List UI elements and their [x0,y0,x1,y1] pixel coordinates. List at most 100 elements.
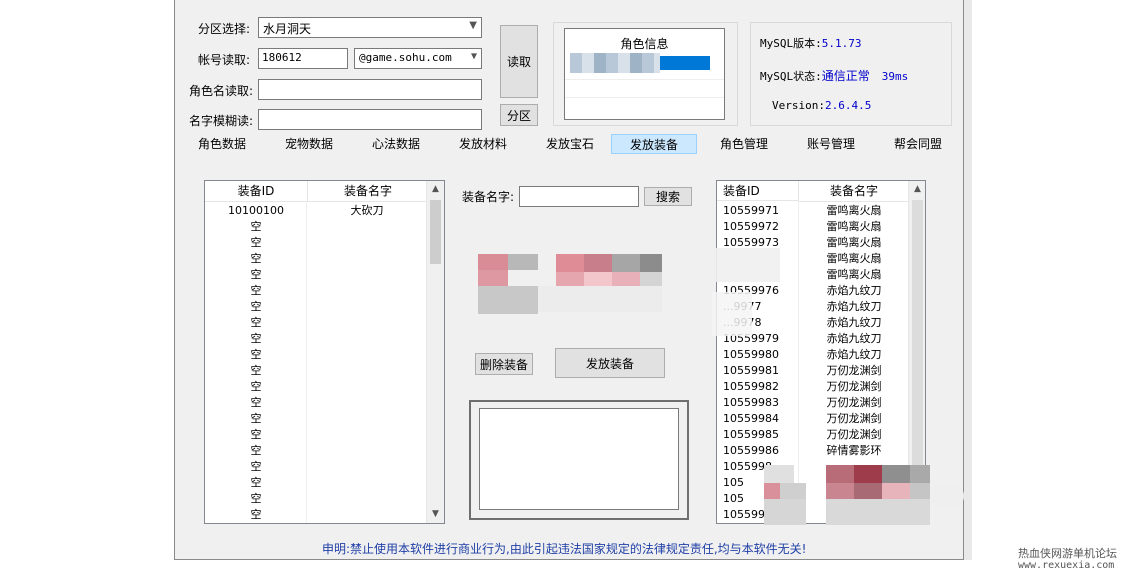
chevron-down-icon: ▼ [469,20,477,31]
tab-send-gem[interactable]: 发放宝石 [538,134,602,154]
list-item[interactable]: 空 [205,475,427,491]
equip-id-cell: 空 [250,476,262,489]
equip-id-cell: 10559972 [723,220,779,233]
tab-pet-data[interactable]: 宠物数据 [277,134,341,154]
equip-name-cell: 雷鸣离火扇 [826,204,882,217]
list-item[interactable]: 空 [205,379,427,395]
equip-id-cell: 空 [250,444,262,457]
zone-select[interactable]: 水月洞天 ▼ [258,17,482,38]
list-item[interactable]: 空 [205,507,427,523]
col-catalog-id[interactable]: 装备ID [717,181,799,201]
tab-role-data[interactable]: 角色数据 [190,134,254,154]
equip-name-cell [307,443,427,459]
list-item[interactable]: 空 [205,251,427,267]
list-item[interactable]: 空 [205,427,427,443]
account-input[interactable]: 180612 [258,48,348,69]
list-item[interactable]: 空 [205,363,427,379]
read-button[interactable]: 读取 [500,25,538,98]
col-catalog-name[interactable]: 装备名字 [799,181,910,202]
equip-name-cell [307,427,427,443]
list-item[interactable]: 10559983 万仞龙渊剑 [717,395,909,411]
equip-id-cell: 10559985 [723,428,779,441]
list-item[interactable]: 10559980 赤焰九纹刀 [717,347,909,363]
equip-id-cell: 空 [250,220,262,233]
list-item[interactable]: 10559984 万仞龙渊剑 [717,411,909,427]
owned-equip-list-header: 装备ID 装备名字 [205,181,429,202]
equip-name-cell [307,235,427,251]
list-item[interactable]: 空 [205,315,427,331]
mysql-latency: 39ms [881,70,909,83]
equip-id-cell: 空 [250,332,262,345]
list-item[interactable]: 空 [205,283,427,299]
tab-send-material[interactable]: 发放材料 [451,134,515,154]
scroll-down-icon[interactable]: ▼ [427,506,444,523]
search-label: 装备名字: [462,190,515,204]
list-item[interactable]: 空 [205,347,427,363]
equip-id-cell: 10559986 [723,444,779,457]
equip-id-cell: 空 [250,316,262,329]
scroll-thumb[interactable] [430,200,441,264]
tab-role-manage[interactable]: 角色管理 [712,134,776,154]
version-value: 2.6.4.5 [824,99,872,112]
tab-send-equip[interactable]: 发放装备 [611,134,697,154]
zone-button[interactable]: 分区 [500,104,538,126]
equip-name-cell: 雷鸣离火扇 [826,268,882,281]
tab-guild-alliance[interactable]: 帮会同盟 [886,134,950,154]
search-button[interactable]: 搜索 [644,187,692,206]
disclaimer-text: 申明:禁止使用本软件进行商业行为,由此引起违法国家规定的法律规定责任,均与本软件… [322,542,807,556]
domain-select[interactable]: @game.sohu.com ▼ [354,48,482,69]
equip-name-cell: 万仞龙渊剑 [826,380,882,393]
list-item[interactable]: 空 [205,267,427,283]
list-item[interactable]: 空 [205,491,427,507]
list-item[interactable]: 空 [205,331,427,347]
pixelated-preview [478,236,774,318]
list-item[interactable]: 10559985 万仞龙渊剑 [717,427,909,443]
search-input[interactable] [519,186,639,207]
list-item[interactable]: 10559982 万仞龙渊剑 [717,379,909,395]
list-item[interactable]: 空 [205,219,427,235]
tab-skill-data[interactable]: 心法数据 [364,134,428,154]
left-scrollbar[interactable]: ▲ ▼ [426,181,444,523]
equip-name-cell: 赤焰九纹刀 [826,284,882,297]
pixelated-area [704,248,780,282]
list-item[interactable]: 空 [205,299,427,315]
mysql-status-label: MySQL状态: [760,70,822,83]
equip-name-cell: 雷鸣离火扇 [826,252,882,265]
equip-name-cell: 雷鸣离火扇 [826,236,882,249]
col-equip-id[interactable]: 装备ID [205,181,308,202]
delete-equip-button[interactable]: 删除装备 [475,353,533,375]
equip-catalog-header: 装备ID 装备名字 [717,181,910,202]
list-item[interactable]: 空 [205,235,427,251]
list-item[interactable]: 10100100 大砍刀 [205,203,427,219]
domain-select-value: @game.sohu.com [359,51,452,64]
send-equip-button[interactable]: 发放装备 [555,348,665,378]
owned-equip-list[interactable]: 装备ID 装备名字 10100100 大砍刀空空空空空空空空空空空空空空空空空空空… [204,180,445,524]
list-item[interactable]: 空 [205,443,427,459]
equip-id-cell: 空 [250,380,262,393]
col-equip-name[interactable]: 装备名字 [308,181,429,202]
log-textarea[interactable] [479,408,679,510]
equip-name-cell: 赤焰九纹刀 [826,316,882,329]
list-item[interactable]: 10559972 雷鸣离火扇 [717,219,909,235]
equip-id-cell: 空 [250,428,262,441]
scroll-up-icon[interactable]: ▲ [427,181,444,198]
scroll-thumb[interactable] [912,200,923,470]
right-edge [964,0,972,560]
list-item[interactable]: 空 [205,395,427,411]
list-item[interactable]: 10559981 万仞龙渊剑 [717,363,909,379]
list-item[interactable]: 空 [205,459,427,475]
list-item[interactable]: 10559986 碎情雾影环 [717,443,909,459]
list-item[interactable]: 10559971 雷鸣离火扇 [717,203,909,219]
equip-name-cell: 雷鸣离火扇 [826,220,882,233]
mysql-status-row: MySQL状态:通信正常 39ms [760,67,908,84]
pixelated-area [712,292,752,336]
list-item[interactable]: 空 [205,411,427,427]
divider [565,97,724,98]
tab-account-manage[interactable]: 账号管理 [799,134,863,154]
equip-name-cell: 赤焰九纹刀 [826,300,882,313]
equip-name-cell [307,475,427,491]
equip-name-cell: 碎情雾影环 [826,444,882,457]
scroll-up-icon[interactable]: ▲ [909,181,925,198]
role-input[interactable] [258,79,482,100]
fuzzy-input[interactable] [258,109,482,130]
